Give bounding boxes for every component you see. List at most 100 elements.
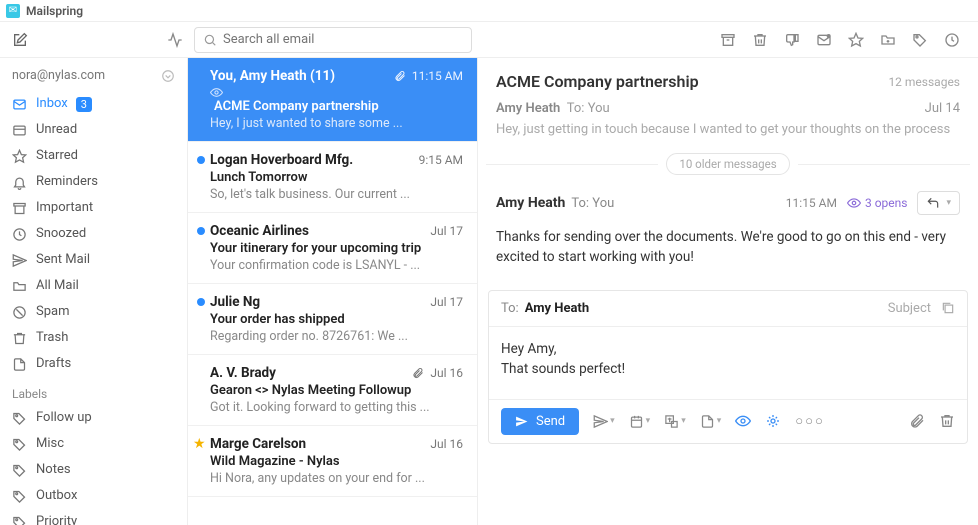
trash-icon[interactable] [752, 32, 768, 48]
sidebar: nora@nylas.com Inbox 3UnreadStarredRemin… [0, 58, 188, 525]
reply-icon [926, 196, 940, 210]
collapsed-message[interactable]: Amy Heath To: You Jul 14 Hey, just getti… [478, 101, 978, 145]
send-icon [515, 415, 528, 428]
sidebar-item-starred[interactable]: Starred [0, 143, 187, 169]
tag-icon [12, 437, 28, 452]
label-item-outbox[interactable]: Outbox [0, 483, 187, 509]
older-messages-divider[interactable]: 10 older messages [478, 145, 978, 183]
sidebar-item-unread[interactable]: Unread [0, 117, 187, 143]
label-item-follow-up[interactable]: Follow up [0, 405, 187, 431]
expanded-message: Amy Heath To: You 11:15 AM 3 opens ▾ Tha… [478, 183, 978, 284]
preview: Got it. Looking forward to getting this … [210, 400, 463, 415]
account-email: nora@nylas.com [12, 68, 105, 83]
label-item-notes[interactable]: Notes [0, 457, 187, 483]
label-icon[interactable] [912, 32, 928, 48]
sender: Oceanic Airlines [210, 223, 309, 239]
label-item-priority[interactable]: Priority [0, 509, 187, 525]
search-icon [203, 33, 217, 47]
compose-icon[interactable] [12, 32, 28, 48]
time: Jul 17 [430, 295, 463, 309]
app-name: Mailspring [26, 4, 83, 18]
subject: Lunch Tomorrow [210, 170, 463, 185]
attachment-icon [394, 70, 406, 82]
message-row[interactable]: A. V. Brady Jul 16Gearon <> Nylas Meetin… [188, 355, 477, 426]
tag-icon [12, 411, 28, 426]
account-row[interactable]: nora@nylas.com [0, 64, 187, 91]
subject: Your itinerary for your upcoming trip [210, 241, 463, 256]
time: 9:15 AM [419, 153, 463, 167]
sidebar-item-important[interactable]: Important [0, 195, 187, 221]
search-input[interactable] [194, 27, 472, 53]
snooze-clock-icon[interactable] [944, 32, 960, 48]
subject: Wild Magazine - Nylas [210, 454, 463, 469]
draft-icon [12, 357, 28, 372]
eye-icon [210, 86, 463, 99]
sidebar-item-all-mail[interactable]: All Mail [0, 273, 187, 299]
open-tracking[interactable]: 3 opens [847, 196, 908, 210]
subject-field-toggle[interactable]: Subject [888, 301, 931, 316]
message-row[interactable]: Julie Ng Jul 17 Your order has shipped Reg… [188, 284, 477, 355]
unread-dot-icon [197, 156, 205, 164]
sidebar-item-snoozed[interactable]: Snoozed [0, 221, 187, 247]
reply-button[interactable]: ▾ [917, 191, 960, 215]
flag-icon [12, 201, 28, 216]
clock-icon [12, 227, 28, 242]
read-receipts-icon[interactable] [735, 413, 751, 429]
unread-dot-icon [197, 298, 205, 306]
app-logo-icon: ✉ [6, 4, 20, 18]
attachment-icon[interactable] [909, 413, 925, 429]
time: 11:15 AM [394, 69, 463, 83]
activity-icon[interactable] [164, 32, 186, 48]
message-row[interactable]: ★Marge Carelson Jul 16Wild Magazine - Ny… [188, 426, 477, 497]
send-button[interactable]: Send [501, 408, 579, 435]
preview: Hi Nora, any updates on your end for ... [210, 471, 463, 486]
title-bar: ✉ Mailspring [0, 0, 978, 22]
message-body: Thanks for sending over the documents. W… [496, 215, 960, 278]
labels-heading: Labels [0, 377, 187, 405]
message-row[interactable]: Logan Hoverboard Mfg. 9:15 AM Lunch Tomor… [188, 142, 477, 213]
translate-icon[interactable]: ▾ [664, 414, 686, 429]
send-later-icon[interactable]: ▾ [593, 414, 615, 429]
link-tracking-icon[interactable] [765, 413, 781, 429]
to-label: To: [501, 301, 519, 316]
reminder-icon[interactable]: ▾ [629, 414, 651, 429]
templates-icon[interactable]: ▾ [700, 414, 722, 429]
archive-icon[interactable] [720, 32, 736, 48]
subject: Your order has shipped [210, 312, 463, 327]
sender: Julie Ng [210, 294, 260, 310]
sidebar-item-sent-mail[interactable]: Sent Mail [0, 247, 187, 273]
message-time: 11:15 AM [786, 196, 837, 210]
more-icon[interactable]: ○○○ [795, 413, 825, 429]
time: Jul 16 [430, 437, 463, 451]
star-icon[interactable] [848, 32, 864, 48]
sidebar-item-trash[interactable]: Trash [0, 325, 187, 351]
discard-icon[interactable] [939, 413, 955, 429]
popout-icon[interactable] [941, 301, 955, 315]
message-row[interactable]: Oceanic Airlines Jul 17Your itinerary fo… [188, 213, 477, 284]
sender: A. V. Brady [210, 365, 276, 381]
label-item-misc[interactable]: Misc [0, 431, 187, 457]
chevron-down-icon [161, 69, 175, 83]
message-row[interactable]: You, Amy Heath (11) 11:15 AMACME Company… [188, 58, 477, 142]
subject: Gearon <> Nylas Meeting Followup [210, 383, 463, 398]
preview: Hey, I just wanted to share some ... [210, 116, 463, 131]
sidebar-item-inbox[interactable]: Inbox 3 [0, 91, 187, 117]
sidebar-item-reminders[interactable]: Reminders [0, 169, 187, 195]
tag-icon [12, 489, 28, 504]
thumbs-down-icon[interactable] [784, 32, 800, 48]
star-icon [12, 149, 28, 164]
mark-unread-icon[interactable] [816, 32, 832, 48]
thread-count: 12 messages [888, 75, 960, 89]
compose-body[interactable]: Hey Amy, That sounds perfect! [489, 327, 967, 399]
unread-icon [12, 123, 28, 138]
message-preview: Hey, just getting in touch because I wan… [496, 122, 960, 137]
recipient-chip[interactable]: Amy Heath [525, 301, 589, 316]
sidebar-item-drafts[interactable]: Drafts [0, 351, 187, 377]
preview: Regarding order no. 8726761: We ... [210, 329, 463, 344]
composer: To: Amy Heath Subject Hey Amy, That soun… [488, 290, 968, 444]
sender: Logan Hoverboard Mfg. [210, 152, 353, 168]
sidebar-item-spam[interactable]: Spam [0, 299, 187, 325]
sender: You, Amy Heath (11) [210, 68, 335, 84]
top-toolbar [0, 22, 978, 58]
folder-icon[interactable] [880, 32, 896, 48]
